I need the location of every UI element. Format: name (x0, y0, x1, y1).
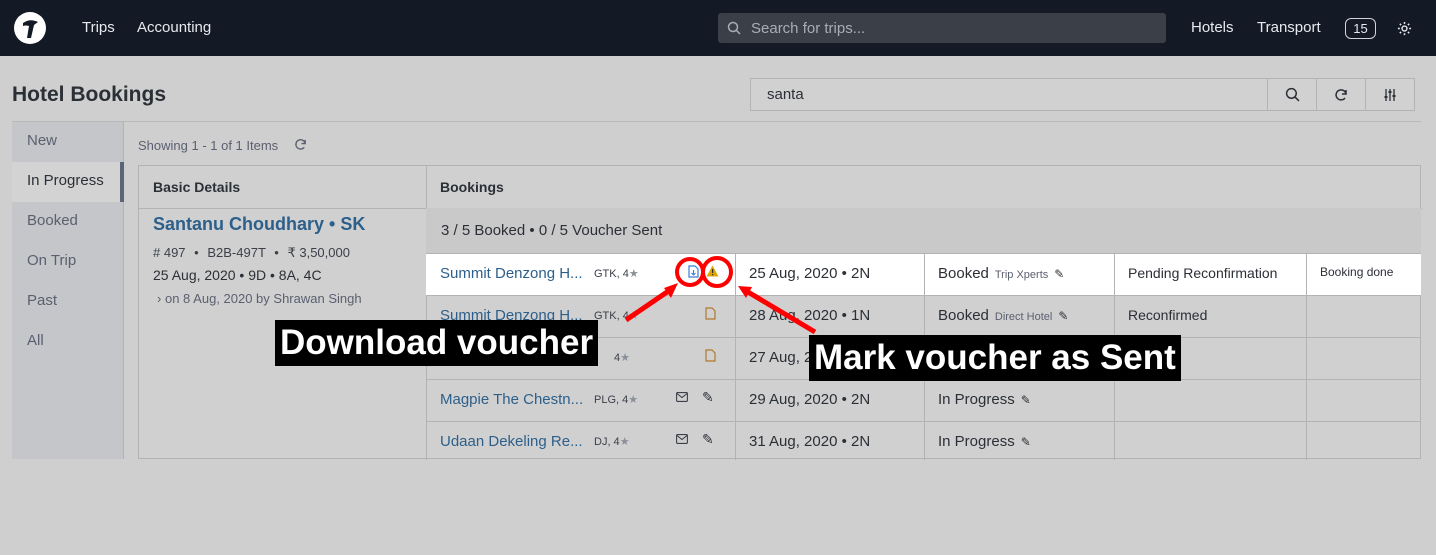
hotel-name-link[interactable]: Magpie The Chestn... (440, 391, 583, 408)
header-bookings: Bookings (440, 179, 504, 195)
search-icon (727, 21, 741, 35)
trip-amount: ₹ 3,50,000 (287, 245, 350, 260)
pencil-icon[interactable]: ✎ (1021, 435, 1031, 449)
pencil-icon[interactable]: ✎ (1058, 309, 1068, 323)
status-sidebar: New In Progress Booked On Trip Past All (12, 122, 124, 459)
pencil-icon[interactable]: ✎ (702, 389, 714, 406)
download-voucher-icon[interactable] (688, 265, 699, 278)
reconfirmation-status: Pending Reconfirmation (1128, 265, 1278, 281)
chevron-right-icon: › (157, 291, 162, 306)
pencil-icon[interactable]: ✎ (1054, 267, 1064, 281)
booking-reference: B2B-497T (207, 245, 266, 260)
annotation-download-voucher: Download voucher (275, 320, 599, 366)
hotel-code: DJ, 4★ (594, 436, 630, 448)
refresh-icon (1335, 88, 1347, 101)
page-title: Hotel Bookings (12, 83, 167, 106)
guest-meta: # 497 • B2B-497T • ₹ 3,50,000 (153, 245, 350, 260)
sidebar-item-new[interactable]: New (12, 122, 124, 162)
gear-icon[interactable] (1397, 21, 1412, 36)
sidebar-item-in-progress[interactable]: In Progress (12, 162, 124, 202)
pencil-icon[interactable]: ✎ (1021, 393, 1031, 407)
trip-dates: 25 Aug, 2020 • 9D • 8A, 4C (153, 267, 322, 283)
nav-hotels[interactable]: Hotels (1191, 19, 1234, 36)
booking-date: 28 Aug, 2020 • 1N (749, 307, 871, 324)
booking-date: 31 Aug, 2020 • 2N (749, 433, 871, 450)
nav-accounting[interactable]: Accounting (137, 19, 211, 36)
trip-search[interactable] (718, 13, 1166, 43)
booking-note: Booking done (1320, 265, 1394, 279)
annotation-mark-sent: Mark voucher as Sent (809, 335, 1181, 381)
nav-transport[interactable]: Transport (1257, 19, 1321, 36)
voucher-file-icon[interactable] (705, 307, 716, 320)
sliders-icon (1384, 88, 1396, 101)
search-button[interactable] (1268, 79, 1317, 110)
sidebar-item-past[interactable]: Past (12, 282, 124, 322)
guest-name[interactable]: Santanu Choudhary • SK (153, 214, 365, 235)
reconfirmation-status: Reconfirmed (1128, 307, 1208, 323)
created-info[interactable]: › on 8 Aug, 2020 by Shrawan Singh (157, 291, 362, 306)
booking-status: In Progress ✎ (938, 391, 1031, 408)
trip-number: # 497 (153, 245, 186, 260)
column-divider (735, 253, 736, 460)
bookings-table: Basic Details Bookings Santanu Choudhary… (138, 165, 1422, 460)
hotel-code: GTK, 4★ (594, 268, 639, 280)
booking-status: Booked Direct Hotel ✎ (938, 307, 1069, 324)
mail-icon[interactable] (676, 434, 688, 444)
hotel-name-link[interactable]: Summit Denzong H... (440, 265, 583, 282)
app-logo[interactable] (14, 12, 46, 44)
search-icon (1285, 87, 1299, 102)
column-divider (1306, 253, 1307, 460)
notification-badge[interactable]: 15 (1345, 18, 1376, 39)
trip-search-input[interactable] (751, 13, 1151, 43)
refresh-icon[interactable] (294, 138, 307, 151)
hotel-code: 4★ (614, 352, 630, 364)
booking-search-input[interactable] (751, 79, 1268, 110)
booking-summary-text: 3 / 5 Booked • 0 / 5 Voucher Sent (441, 222, 663, 239)
items-count: Showing 1 - 1 of 1 Items (138, 138, 279, 153)
top-navbar: Trips Accounting Hotels Transport 15 (0, 0, 1436, 56)
bookings-summary: 3 / 5 Booked • 0 / 5 Voucher Sent (426, 208, 1421, 253)
header-basic-details: Basic Details (153, 179, 241, 195)
sidebar-item-booked[interactable]: Booked (12, 202, 124, 242)
booking-status: In Progress ✎ (938, 433, 1031, 450)
booking-date: 29 Aug, 2020 • 2N (749, 391, 871, 408)
booking-date: 25 Aug, 2020 • 2N (749, 265, 871, 282)
filters-button[interactable] (1366, 79, 1415, 110)
booking-status: Booked Trip Xperts ✎ (938, 265, 1065, 282)
sidebar-item-on-trip[interactable]: On Trip (12, 242, 124, 282)
hotel-code: GTK, 4★ (594, 310, 639, 322)
warning-icon[interactable] (706, 265, 719, 277)
voucher-file-icon[interactable] (705, 349, 716, 362)
mail-icon[interactable] (676, 392, 688, 402)
booking-filter (750, 78, 1415, 111)
hotel-name-link[interactable]: Udaan Dekeling Re... (440, 433, 583, 450)
pencil-icon[interactable]: ✎ (702, 431, 714, 448)
header-divider (12, 121, 1421, 122)
refresh-button[interactable] (1317, 79, 1366, 110)
nav-trips[interactable]: Trips (82, 19, 115, 36)
hotel-code: PLG, 4★ (594, 394, 639, 406)
sidebar-item-all[interactable]: All (12, 322, 124, 362)
